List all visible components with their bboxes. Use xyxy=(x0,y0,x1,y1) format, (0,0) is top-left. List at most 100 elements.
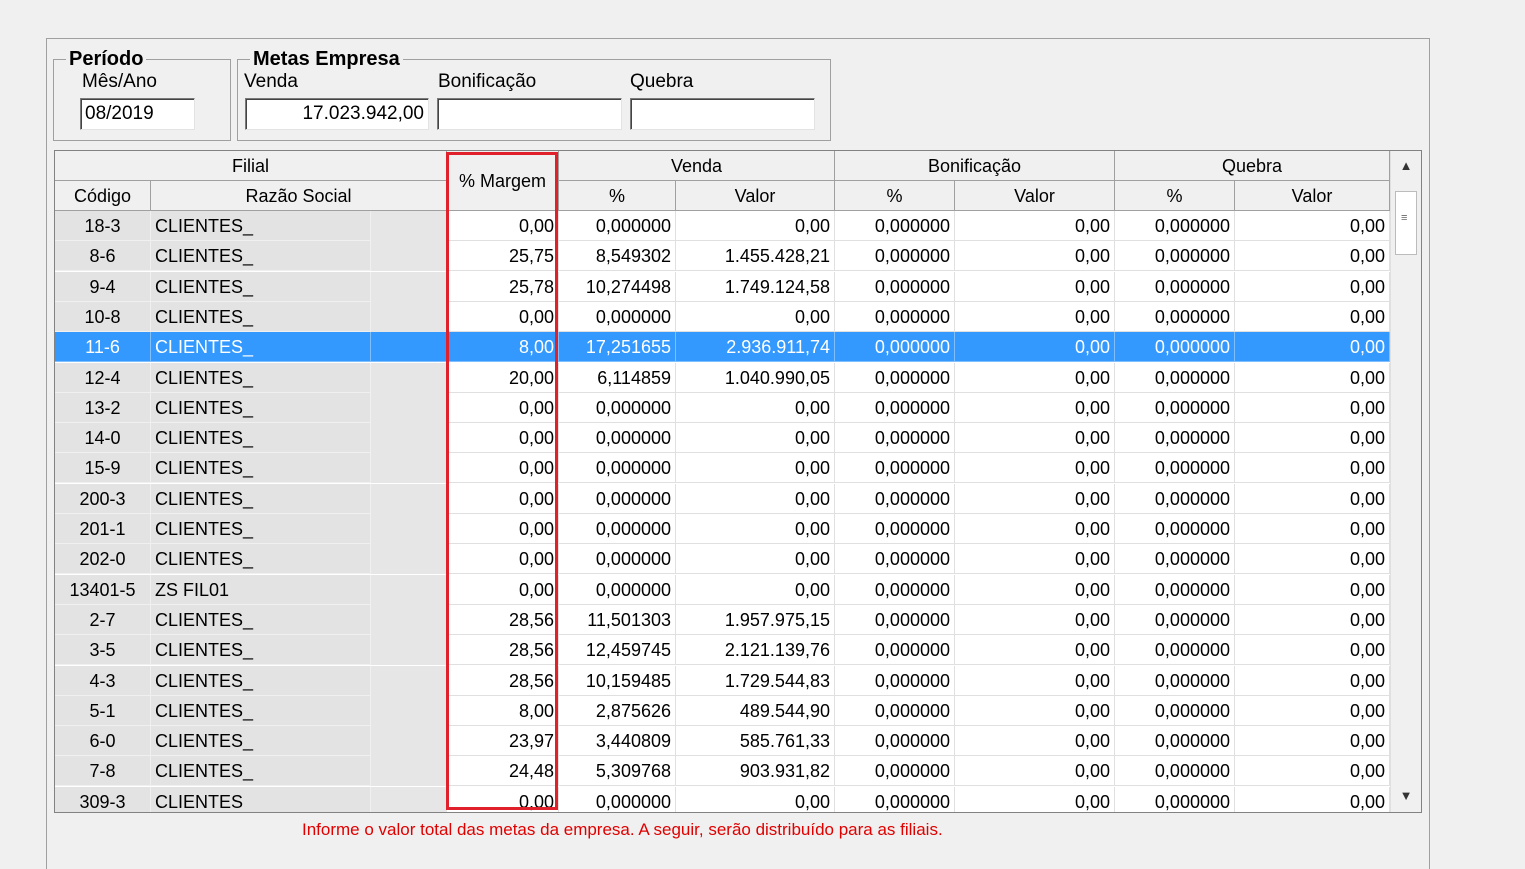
cell-quebra-valor[interactable]: 0,00 xyxy=(1235,392,1390,423)
cell-bonificacao-pct[interactable]: 0,000000 xyxy=(835,211,955,241)
cell-quebra-valor[interactable]: 0,00 xyxy=(1235,211,1390,241)
cell-bonificacao-pct[interactable]: 0,000000 xyxy=(835,392,955,423)
cell-quebra-pct[interactable]: 0,000000 xyxy=(1115,301,1235,332)
cell-bonificacao-valor[interactable]: 0,00 xyxy=(955,211,1115,241)
cell-venda-pct[interactable]: 0,000000 xyxy=(559,544,676,575)
cell-quebra-valor[interactable]: 0,00 xyxy=(1235,604,1390,635)
cell-quebra-pct[interactable]: 0,000000 xyxy=(1115,604,1235,635)
cell-razao-social[interactable]: CLIENTES_ xyxy=(151,604,371,635)
cell-venda-pct[interactable]: 10,159485 xyxy=(559,665,676,696)
scroll-down-arrow-icon[interactable]: ▼ xyxy=(1391,781,1421,811)
cell-bonificacao-valor[interactable]: 0,00 xyxy=(955,332,1115,363)
cell-bonificacao-valor[interactable]: 0,00 xyxy=(955,665,1115,696)
cell-quebra-pct[interactable]: 0,000000 xyxy=(1115,211,1235,241)
table-row[interactable]: 5-1 CLIENTES_ 8,00 2,875626 489.544,90 0,0000… xyxy=(55,695,1390,726)
cell-venda-pct[interactable]: 6,114859 xyxy=(559,362,676,393)
cell-venda-pct[interactable]: 0,000000 xyxy=(559,301,676,332)
cell-venda-valor[interactable]: 0,00 xyxy=(676,211,835,241)
cell-margem[interactable]: 25,78 xyxy=(447,271,559,302)
cell-quebra-pct[interactable]: 0,000000 xyxy=(1115,756,1235,787)
cell-margem[interactable]: 23,97 xyxy=(447,726,559,757)
cell-venda-pct[interactable]: 3,440809 xyxy=(559,726,676,757)
cell-margem[interactable]: 0,00 xyxy=(447,514,559,544)
cell-bonificacao-valor[interactable]: 0,00 xyxy=(955,392,1115,423)
cell-venda-valor[interactable]: 903.931,82 xyxy=(676,756,835,787)
cell-codigo[interactable]: 10-8 xyxy=(55,301,151,332)
cell-venda-pct[interactable]: 11,501303 xyxy=(559,604,676,635)
cell-margem[interactable]: 20,00 xyxy=(447,362,559,393)
cell-quebra-valor[interactable]: 0,00 xyxy=(1235,635,1390,666)
table-row[interactable]: 9-4 CLIENTES_ 25,78 10,274498 1.749.124,58 0,… xyxy=(55,271,1390,302)
cell-quebra-pct[interactable]: 0,000000 xyxy=(1115,392,1235,423)
cell-bonificacao-valor[interactable]: 0,00 xyxy=(955,574,1115,605)
cell-bonificacao-valor[interactable]: 0,00 xyxy=(955,483,1115,514)
cell-quebra-valor[interactable]: 0,00 xyxy=(1235,695,1390,726)
cell-razao-social[interactable]: CLIENTES xyxy=(151,786,371,812)
cell-venda-pct[interactable]: 5,309768 xyxy=(559,756,676,787)
cell-bonificacao-valor[interactable]: 0,00 xyxy=(955,786,1115,812)
cell-bonificacao-valor[interactable]: 0,00 xyxy=(955,756,1115,787)
cell-venda-pct[interactable]: 0,000000 xyxy=(559,483,676,514)
cell-bonificacao-pct[interactable]: 0,000000 xyxy=(835,726,955,757)
cell-venda-valor[interactable]: 585.761,33 xyxy=(676,726,835,757)
cell-codigo[interactable]: 18-3 xyxy=(55,211,151,241)
cell-razao-social[interactable]: CLIENTES_ xyxy=(151,483,371,514)
cell-razao-social[interactable]: CLIENTES_ xyxy=(151,544,371,575)
cell-margem[interactable]: 0,00 xyxy=(447,423,559,454)
cell-razao-social[interactable]: CLIENTES_ xyxy=(151,211,371,241)
cell-venda-pct[interactable]: 0,000000 xyxy=(559,423,676,454)
cell-razao-social[interactable]: CLIENTES_ xyxy=(151,301,371,332)
cell-margem[interactable]: 25,75 xyxy=(447,241,559,272)
metas-filiais-grid[interactable]: Filial % Margem Venda Bonificação Quebra… xyxy=(54,150,1422,813)
header-venda-valor[interactable]: Valor xyxy=(676,181,835,211)
cell-quebra-valor[interactable]: 0,00 xyxy=(1235,332,1390,363)
cell-bonificacao-pct[interactable]: 0,000000 xyxy=(835,544,955,575)
cell-venda-valor[interactable]: 1.749.124,58 xyxy=(676,271,835,302)
cell-margem[interactable]: 28,56 xyxy=(447,665,559,696)
cell-bonificacao-pct[interactable]: 0,000000 xyxy=(835,695,955,726)
cell-venda-valor[interactable]: 0,00 xyxy=(676,392,835,423)
cell-venda-valor[interactable]: 0,00 xyxy=(676,786,835,812)
cell-margem[interactable]: 0,00 xyxy=(447,483,559,514)
cell-margem[interactable]: 0,00 xyxy=(447,392,559,423)
table-row[interactable]: 13-2 CLIENTES_ 0,00 0,000000 0,00 0,000000 0,0… xyxy=(55,392,1390,423)
cell-razao-social[interactable]: CLIENTES_ xyxy=(151,332,371,363)
cell-quebra-valor[interactable]: 0,00 xyxy=(1235,362,1390,393)
cell-venda-valor[interactable]: 0,00 xyxy=(676,514,835,544)
cell-quebra-pct[interactable]: 0,000000 xyxy=(1115,423,1235,454)
table-row[interactable]: 15-9 CLIENTES_ 0,00 0,000000 0,00 0,000000 0,0… xyxy=(55,453,1390,484)
cell-bonificacao-pct[interactable]: 0,000000 xyxy=(835,574,955,605)
cell-venda-pct[interactable]: 0,000000 xyxy=(559,574,676,605)
cell-venda-valor[interactable]: 2.936.911,74 xyxy=(676,332,835,363)
header-quebra-pct[interactable]: % xyxy=(1115,181,1235,211)
cell-bonificacao-valor[interactable]: 0,00 xyxy=(955,604,1115,635)
cell-razao-redacted[interactable] xyxy=(371,271,447,302)
cell-razao-redacted[interactable] xyxy=(371,241,447,272)
cell-razao-redacted[interactable] xyxy=(371,756,447,787)
cell-venda-pct[interactable]: 17,251655 xyxy=(559,332,676,363)
cell-venda-pct[interactable]: 2,875626 xyxy=(559,695,676,726)
cell-bonificacao-pct[interactable]: 0,000000 xyxy=(835,241,955,272)
scroll-up-arrow-icon[interactable]: ▲ xyxy=(1391,151,1421,181)
cell-margem[interactable]: 0,00 xyxy=(447,786,559,812)
cell-quebra-pct[interactable]: 0,000000 xyxy=(1115,362,1235,393)
cell-razao-redacted[interactable] xyxy=(371,362,447,393)
cell-quebra-pct[interactable]: 0,000000 xyxy=(1115,241,1235,272)
cell-bonificacao-valor[interactable]: 0,00 xyxy=(955,423,1115,454)
cell-bonificacao-pct[interactable]: 0,000000 xyxy=(835,514,955,544)
cell-bonificacao-pct[interactable]: 0,000000 xyxy=(835,332,955,363)
cell-bonificacao-pct[interactable]: 0,000000 xyxy=(835,362,955,393)
cell-margem[interactable]: 8,00 xyxy=(447,332,559,363)
cell-codigo[interactable]: 12-4 xyxy=(55,362,151,393)
cell-bonificacao-pct[interactable]: 0,000000 xyxy=(835,301,955,332)
cell-venda-valor[interactable]: 1.729.544,83 xyxy=(676,665,835,696)
cell-bonificacao-pct[interactable]: 0,000000 xyxy=(835,635,955,666)
cell-codigo[interactable]: 14-0 xyxy=(55,423,151,454)
cell-bonificacao-valor[interactable]: 0,00 xyxy=(955,726,1115,757)
cell-codigo[interactable]: 7-8 xyxy=(55,756,151,787)
table-row[interactable]: 2-7 CLIENTES_ 28,56 11,501303 1.957.975,15 0,… xyxy=(55,604,1390,635)
vertical-scrollbar[interactable]: ▲ ≡ ▼ xyxy=(1390,151,1421,812)
header-razao-social[interactable]: Razão Social xyxy=(151,181,447,211)
cell-venda-pct[interactable]: 10,274498 xyxy=(559,271,676,302)
cell-venda-pct[interactable]: 0,000000 xyxy=(559,392,676,423)
